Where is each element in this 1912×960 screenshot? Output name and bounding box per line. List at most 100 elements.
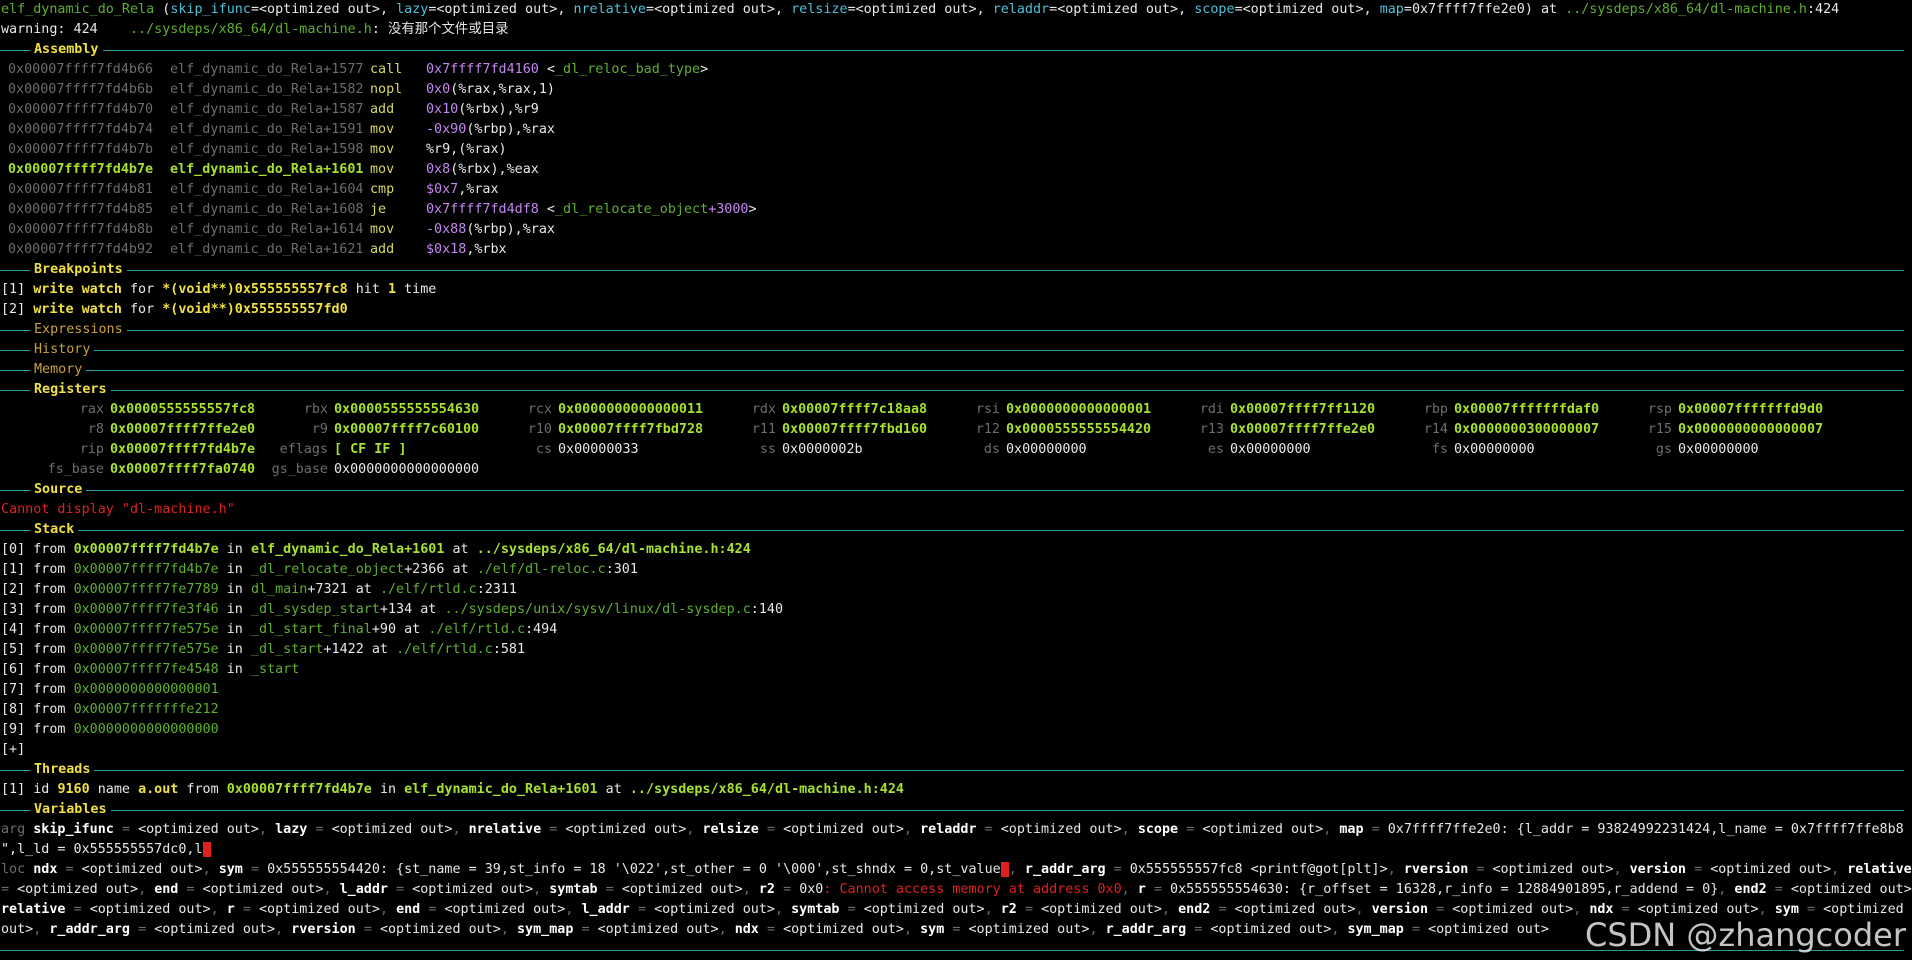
- frame-line: elf_dynamic_do_Rela (skip_ifunc=<optimiz…: [0, 0, 1912, 20]
- stack-frame[interactable]: [1] from 0x00007ffff7fd4b7e in _dl_reloc…: [0, 560, 1912, 580]
- var-name: sym: [1775, 902, 1799, 917]
- register-rip[interactable]: rip0x00007ffff7fd4b7e: [0, 440, 224, 460]
- asm-row[interactable]: 0x00007ffff7fd4b7belf_dynamic_do_Rela+15…: [0, 140, 1912, 160]
- var-kind-label: arg: [1, 822, 25, 837]
- var-value: <optimized out>: [1493, 862, 1614, 877]
- var-eq: =: [549, 822, 557, 837]
- asm-immediate: 0x8: [426, 162, 450, 177]
- register-cs[interactable]: cs0x00000033: [448, 440, 672, 460]
- register-name: r15: [1568, 420, 1672, 440]
- section-threads: Threads: [0, 760, 1912, 780]
- register-r11[interactable]: r110x00007ffff7fbd160: [672, 420, 896, 440]
- frame-func: dl_main: [251, 582, 307, 597]
- register-r10[interactable]: r100x00007ffff7fbd728: [448, 420, 672, 440]
- stack-frame[interactable]: [2] from 0x00007ffff7fe7789 in dl_main+7…: [0, 580, 1912, 600]
- var-value: <optimized out>: [332, 822, 453, 837]
- var-eq: =: [985, 822, 993, 837]
- var-name: ndx: [735, 922, 759, 937]
- register-r8[interactable]: r80x00007ffff7ffe2e0: [0, 420, 224, 440]
- register-rsi[interactable]: rsi0x0000000000000001: [896, 400, 1120, 420]
- frame-offset: +2366: [404, 562, 444, 577]
- stack-frame[interactable]: [5] from 0x00007ffff7fe575e in _dl_start…: [0, 640, 1912, 660]
- var-sep: ,: [1323, 822, 1339, 837]
- var-name: symtab: [549, 882, 597, 897]
- var-value: <optimized out>: [1202, 822, 1323, 837]
- stack-frame[interactable]: [6] from 0x00007ffff7fe4548 in _start: [0, 660, 1912, 680]
- register-value: 0x00000033: [552, 442, 639, 457]
- asm-mnemonic: cmp: [370, 180, 426, 200]
- register-fs-base[interactable]: fs_base0x00007ffff7fa0740: [0, 460, 224, 480]
- var-sep: ,: [719, 922, 735, 937]
- register-r13[interactable]: r130x00007ffff7ffe2e0: [1120, 420, 1344, 440]
- breakpoint-1[interactable]: [1] write watch for *(void**)0x555555557…: [0, 280, 1912, 300]
- register-rdi[interactable]: rdi0x00007ffff7ff1120: [1120, 400, 1344, 420]
- register-es[interactable]: es0x00000000: [1120, 440, 1344, 460]
- var-name: r_addr_arg: [49, 922, 130, 937]
- asm-addr: 0x00007ffff7fd4b74: [0, 120, 170, 140]
- register-fs[interactable]: fs0x00000000: [1344, 440, 1568, 460]
- var-sep: ,: [380, 902, 396, 917]
- register-name: r14: [1344, 420, 1448, 440]
- register-ds[interactable]: ds0x00000000: [896, 440, 1120, 460]
- bp-for: for: [130, 302, 154, 317]
- truncate-marker: …: [203, 842, 211, 857]
- var-sep: ,: [1162, 902, 1178, 917]
- asm-row[interactable]: 0x00007ffff7fd4b81elf_dynamic_do_Rela+16…: [0, 180, 1912, 200]
- register-r14[interactable]: r140x0000000300000007: [1344, 420, 1568, 440]
- warning-file: ../sysdeps/x86_64/dl-machine.h: [130, 22, 372, 37]
- stack-frame[interactable]: [0] from 0x00007ffff7fd4b7e in elf_dynam…: [0, 540, 1912, 560]
- thread-row[interactable]: [1] id 9160 name a.out from 0x00007ffff7…: [0, 780, 1912, 800]
- stack-frame[interactable]: [3] from 0x00007ffff7fe3f46 in _dl_sysde…: [0, 600, 1912, 620]
- asm-row[interactable]: 0x00007ffff7fd4b8belf_dynamic_do_Rela+16…: [0, 220, 1912, 240]
- asm-operands: 0x0(%rax,%rax,1): [426, 82, 555, 97]
- register-rdx[interactable]: rdx0x00007ffff7c18aa8: [672, 400, 896, 420]
- register-value: 0x00000000: [1000, 442, 1087, 457]
- stack-frame[interactable]: [4] from 0x00007ffff7fe575e in _dl_start…: [0, 620, 1912, 640]
- register-gs-base[interactable]: gs_base0x0000000000000000: [224, 460, 448, 480]
- register-r12[interactable]: r120x0000555555554420: [896, 420, 1120, 440]
- asm-row[interactable]: 0x00007ffff7fd4b85elf_dynamic_do_Rela+16…: [0, 200, 1912, 220]
- stack-frame[interactable]: [7] from 0x0000000000000001: [0, 680, 1912, 700]
- asm-row[interactable]: 0x00007ffff7fd4b92elf_dynamic_do_Rela+16…: [0, 240, 1912, 260]
- asm-operands: $0x7,%rax: [426, 182, 499, 197]
- register-gs[interactable]: gs0x00000000: [1568, 440, 1792, 460]
- register-value: 0x0000000000000000: [328, 462, 479, 477]
- register-rcx[interactable]: rcx0x0000000000000011: [448, 400, 672, 420]
- register-r9[interactable]: r90x00007ffff7c60100: [224, 420, 448, 440]
- asm-row[interactable]: 0x00007ffff7fd4b66elf_dynamic_do_Rela+15…: [0, 60, 1912, 80]
- register-rsp[interactable]: rsp0x00007fffffffd9d0: [1568, 400, 1792, 420]
- var-eq: =: [582, 922, 590, 937]
- var-sep: ,: [275, 922, 291, 937]
- register-r15[interactable]: r150x0000000000000007: [1568, 420, 1792, 440]
- stack-more[interactable]: [+]: [0, 740, 1912, 760]
- asm-operands: $0x18,%rbx: [426, 242, 507, 257]
- var-eq: =: [243, 902, 251, 917]
- register-eflags[interactable]: eflags[ CF IF ]: [224, 440, 448, 460]
- section-variables: Variables: [0, 800, 1912, 820]
- var-eq: =: [1114, 862, 1122, 877]
- stack-frame[interactable]: [8] from 0x00007fffffffe212: [0, 700, 1912, 720]
- frame-file: ./elf/rtld.c: [380, 582, 477, 597]
- var-name: r2: [1001, 902, 1017, 917]
- register-ss[interactable]: ss0x0000002b: [672, 440, 896, 460]
- frame-arg-name: scope: [1194, 2, 1234, 17]
- var-sep: ,: [1122, 882, 1138, 897]
- var-sep: ,: [1573, 902, 1589, 917]
- register-rax[interactable]: rax0x0000555555557fc8: [0, 400, 224, 420]
- asm-row[interactable]: 0x00007ffff7fd4b74elf_dynamic_do_Rela+15…: [0, 120, 1912, 140]
- asm-row[interactable]: 0x00007ffff7fd4b6belf_dynamic_do_Rela+15…: [0, 80, 1912, 100]
- var-value: <optimized out>: [783, 922, 904, 937]
- bp-for: for: [130, 282, 154, 297]
- section-title: Stack: [30, 520, 78, 540]
- register-rbp[interactable]: rbp0x00007fffffffdaf0: [1344, 400, 1568, 420]
- asm-row[interactable]: 0x00007ffff7fd4b70elf_dynamic_do_Rela+15…: [0, 100, 1912, 120]
- var-value: <optimized out>: [90, 902, 211, 917]
- var-name: sym: [920, 922, 944, 937]
- asm-symbol: elf_dynamic_do_Rela+1591: [170, 120, 370, 140]
- stack-frame[interactable]: [9] from 0x0000000000000000: [0, 720, 1912, 740]
- asm-row[interactable]: 0x00007ffff7fd4b7eelf_dynamic_do_Rela+16…: [0, 160, 1912, 180]
- register-rbx[interactable]: rbx0x0000555555554630: [224, 400, 448, 420]
- asm-mnemonic: add: [370, 100, 426, 120]
- section-breakpoints: Breakpoints: [0, 260, 1912, 280]
- breakpoint-2[interactable]: [2] write watch for *(void**)0x555555557…: [0, 300, 1912, 320]
